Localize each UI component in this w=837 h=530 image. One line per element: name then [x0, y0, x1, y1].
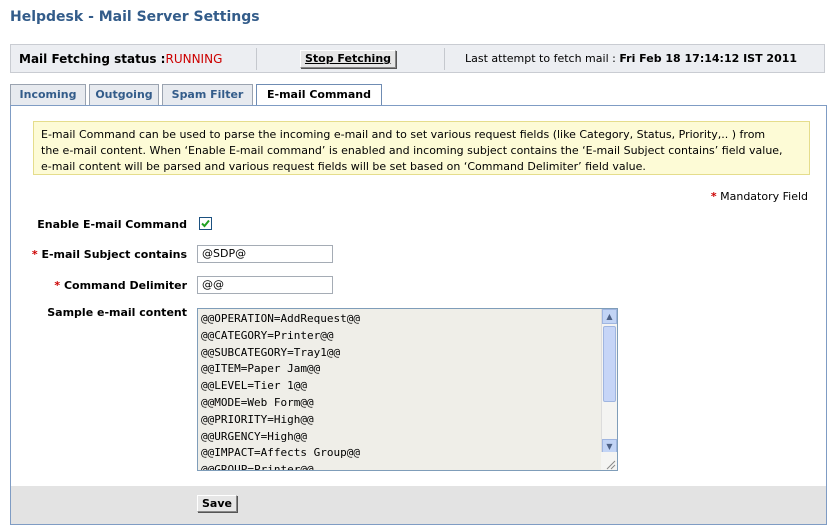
scroll-thumb[interactable]	[603, 326, 616, 402]
sample-content-line: @@OPERATION=AddRequest@@	[201, 312, 360, 325]
command-delimiter-label: * Command Delimiter	[17, 279, 187, 292]
sample-email-content-label: Sample e-mail content	[47, 306, 187, 319]
tab-incoming[interactable]: Incoming	[10, 84, 86, 106]
sample-content-line: @@LEVEL=Tier 1@@	[201, 379, 307, 393]
tab-email-command[interactable]: E-mail Command	[256, 84, 382, 107]
required-star: *	[31, 248, 38, 261]
enable-email-command-label: Enable E-mail Command	[37, 218, 187, 231]
sample-content-line: @@GROUP=Printer@@	[201, 463, 314, 471]
sample-content-line: @@ITEM=Paper Jam@@	[201, 362, 321, 376]
vertical-scrollbar[interactable]: ▲ ▼	[601, 309, 617, 454]
sample-content-line: @@MODE=Web Form@@	[201, 395, 314, 409]
save-button[interactable]: Save	[197, 495, 237, 512]
info-box: E-mail Command can be used to parse the …	[33, 121, 810, 175]
command-delimiter-label-text: Command Delimiter	[63, 279, 187, 292]
stop-fetching-button[interactable]: Stop Fetching	[300, 50, 396, 68]
scroll-up-icon[interactable]: ▲	[602, 309, 617, 324]
tab-spam-filter[interactable]: Spam Filter	[162, 84, 253, 106]
mandatory-field-text: Mandatory Field	[720, 190, 808, 203]
sample-content-lines: @@OPERATION=AddRequest@@ @@CATEGORY=Print…	[201, 311, 360, 471]
enable-email-command-checkbox[interactable]	[199, 217, 212, 230]
tab-outgoing[interactable]: Outgoing	[89, 84, 159, 106]
last-attempt-time: Fri Feb 18 17:14:12 IST 2011	[619, 52, 798, 65]
status-separator	[444, 48, 445, 70]
checkmark-icon	[201, 219, 210, 228]
resize-grip-icon[interactable]	[601, 452, 617, 470]
fetch-status-label: Mail Fetching status :RUNNING	[19, 52, 222, 66]
sample-content-line: @@PRIORITY=High@@	[201, 412, 314, 426]
subject-contains-input[interactable]: @SDP@	[197, 245, 333, 263]
last-attempt-label: Last attempt to fetch mail :	[465, 52, 620, 65]
sample-content-line: @@IMPACT=Affects Group@@	[201, 446, 360, 460]
info-line: the e-mail content. When ‘Enable E-mail …	[41, 144, 783, 157]
info-line: E-mail Command can be used to parse the …	[41, 128, 766, 141]
sample-content-line: @@CATEGORY=Printer@@	[201, 328, 334, 342]
resize-grip-lines	[606, 460, 616, 470]
required-star: *	[54, 279, 61, 292]
info-line: e-mail content will be parsed and variou…	[41, 160, 646, 173]
subject-contains-label-text: E-mail Subject contains	[41, 248, 187, 261]
form-footer	[11, 486, 826, 524]
fetch-status-value: RUNNING	[165, 52, 223, 66]
mail-fetching-status-bar: Mail Fetching status :RUNNING Stop Fetch…	[10, 44, 825, 73]
email-command-panel: E-mail Command can be used to parse the …	[10, 105, 827, 525]
required-star: *	[710, 190, 717, 203]
last-attempt-text: Last attempt to fetch mail : Fri Feb 18 …	[465, 52, 797, 65]
status-separator	[256, 48, 257, 70]
sample-email-content-textarea[interactable]: @@OPERATION=AddRequest@@ @@CATEGORY=Print…	[197, 308, 618, 471]
fetch-status-label-text: Mail Fetching status :	[19, 52, 166, 66]
subject-contains-label: * E-mail Subject contains	[17, 248, 187, 261]
page-title: Helpdesk - Mail Server Settings	[10, 9, 260, 25]
sample-content-line: @@URGENCY=High@@	[201, 429, 307, 443]
command-delimiter-input[interactable]: @@	[197, 276, 333, 294]
sample-content-line: @@SUBCATEGORY=Tray1@@	[201, 345, 341, 359]
mandatory-field-note: * Mandatory Field	[711, 190, 808, 203]
